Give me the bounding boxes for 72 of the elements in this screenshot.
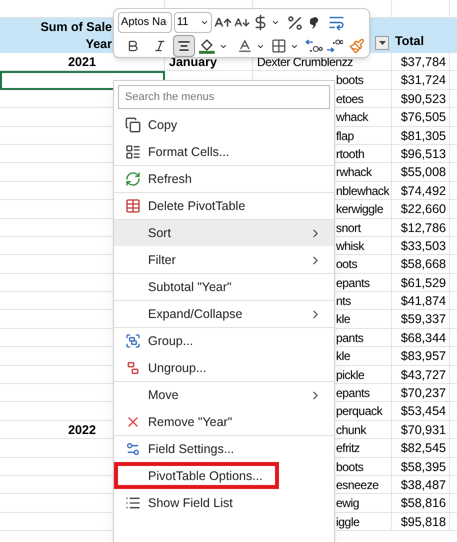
group-icon bbox=[125, 333, 141, 349]
ungroup-icon bbox=[125, 360, 141, 376]
menu-item[interactable]: PivotTable Options... bbox=[114, 462, 279, 489]
table-cell[interactable]: $55,008 bbox=[392, 163, 450, 182]
table-cell[interactable]: $22,660 bbox=[392, 200, 450, 219]
table-cell[interactable]: $70,237 bbox=[392, 384, 450, 402]
copy-icon bbox=[125, 117, 141, 133]
font-size-dropdown[interactable]: 11 bbox=[174, 12, 212, 33]
menu-item[interactable]: Group... bbox=[114, 327, 334, 354]
caret-icon bbox=[378, 41, 386, 45]
menu-item[interactable]: Filter bbox=[114, 246, 334, 273]
year-label: 2022 bbox=[68, 422, 96, 437]
table-cell[interactable]: $82,545 bbox=[392, 439, 450, 458]
table-cell[interactable]: $58,816 bbox=[392, 494, 450, 513]
menu-item[interactable]: Subtotal "Year" bbox=[114, 273, 334, 300]
search-field[interactable]: Search the menus bbox=[118, 85, 330, 109]
table-cell[interactable]: $81,305 bbox=[392, 126, 450, 145]
menu-item[interactable]: Format Cells... bbox=[114, 138, 334, 165]
chevron-down-icon bbox=[200, 18, 209, 27]
align-center-icon bbox=[177, 39, 192, 53]
table-cell[interactable]: $83,957 bbox=[392, 347, 450, 366]
align-center-button[interactable] bbox=[173, 35, 196, 57]
table-cell[interactable]: $74,492 bbox=[392, 182, 450, 200]
table-cell[interactable]: $41,874 bbox=[392, 292, 450, 310]
table-cell[interactable]: $31,724 bbox=[392, 71, 450, 90]
menu-item[interactable]: Show Field List bbox=[114, 489, 334, 516]
header-label: Total bbox=[395, 33, 424, 50]
filter-dropdown-button[interactable] bbox=[375, 36, 389, 50]
table-cell[interactable]: $96,513 bbox=[392, 144, 450, 164]
table-cell[interactable]: $76,505 bbox=[392, 108, 450, 127]
menu-item[interactable]: Sort bbox=[114, 219, 334, 246]
table-cell[interactable]: $68,344 bbox=[392, 328, 450, 348]
table-cell[interactable]: $33,503 bbox=[392, 236, 450, 256]
menu-item[interactable]: Field Settings... bbox=[114, 435, 334, 462]
header-label: Year bbox=[86, 36, 112, 53]
table-cell[interactable]: $70,931 bbox=[392, 420, 450, 440]
menu-item[interactable]: Expand/Collapse bbox=[114, 300, 334, 327]
chevron-down-icon[interactable] bbox=[271, 18, 280, 27]
menu-item[interactable]: Copy bbox=[114, 111, 334, 138]
decrease-decimal-icon[interactable] bbox=[304, 38, 323, 54]
list-icon bbox=[125, 495, 141, 511]
borders-icon[interactable] bbox=[271, 38, 288, 54]
menu-item[interactable]: Refresh bbox=[114, 165, 334, 192]
table-cell[interactable]: $58,668 bbox=[392, 255, 450, 274]
percent-icon[interactable] bbox=[286, 14, 304, 32]
table-cell[interactable]: $95,818 bbox=[392, 512, 450, 532]
table-cell[interactable]: $37,784 bbox=[392, 53, 450, 72]
font-color-icon[interactable] bbox=[236, 38, 253, 54]
table-cell[interactable]: $53,454 bbox=[392, 402, 450, 421]
increase-decimal-icon[interactable] bbox=[326, 38, 344, 54]
menu-item[interactable]: Move bbox=[114, 381, 334, 408]
settings-icon bbox=[125, 441, 141, 457]
header-label: Sum of Sale bbox=[40, 19, 112, 36]
table-cell[interactable]: $61,529 bbox=[392, 274, 450, 292]
table-cell[interactable]: $59,337 bbox=[392, 310, 450, 329]
refresh-icon bbox=[125, 171, 141, 187]
table-icon bbox=[125, 198, 141, 214]
table-cell[interactable]: $38,487 bbox=[392, 476, 450, 494]
menu-item[interactable]: Ungroup... bbox=[114, 354, 334, 381]
fill-color-icon[interactable] bbox=[198, 37, 216, 55]
table-cell[interactable]: $43,727 bbox=[392, 366, 450, 384]
italic-icon[interactable] bbox=[152, 39, 166, 53]
table-cell[interactable]: $58,395 bbox=[392, 458, 450, 476]
table-cell[interactable]: $90,523 bbox=[392, 90, 450, 108]
year-label: 2021 bbox=[68, 55, 96, 69]
font-dropdown[interactable]: Aptos Na bbox=[118, 12, 172, 33]
bold-icon[interactable] bbox=[126, 39, 140, 53]
comma-icon[interactable] bbox=[310, 14, 320, 30]
list-icon bbox=[125, 144, 141, 160]
table-cell[interactable]: $12,786 bbox=[392, 218, 450, 237]
format-painter-icon[interactable] bbox=[349, 38, 365, 54]
wrap-text-icon[interactable] bbox=[328, 14, 345, 31]
